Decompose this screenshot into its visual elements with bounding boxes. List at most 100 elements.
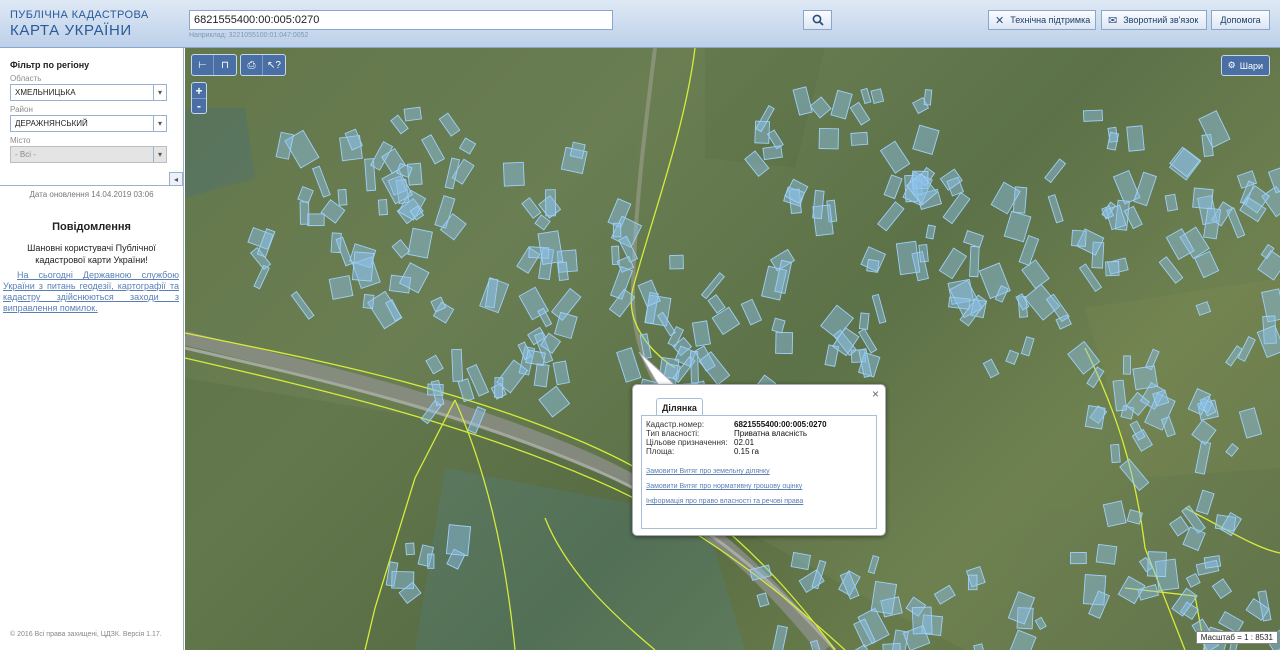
- land-parcel[interactable]: [307, 213, 325, 227]
- land-parcel[interactable]: [427, 553, 435, 569]
- gear-icon: ⚙: [1227, 60, 1236, 70]
- land-parcel[interactable]: [451, 348, 464, 382]
- notice-link[interactable]: На сьогодні Державною службою України з …: [3, 270, 179, 313]
- info-row: Кадастр.номер: 6821555400:00:005:0270: [646, 420, 872, 429]
- land-parcel[interactable]: [337, 188, 348, 206]
- land-parcel[interactable]: [494, 377, 504, 398]
- tab-parcel[interactable]: Ділянка: [656, 398, 703, 416]
- land-parcel[interactable]: [405, 542, 415, 556]
- land-parcel[interactable]: [762, 145, 783, 161]
- info-value: 6821555400:00:005:0270: [734, 420, 827, 429]
- land-parcel[interactable]: [1122, 355, 1132, 375]
- land-parcel[interactable]: [669, 254, 684, 270]
- misto-select[interactable]: - Всі - ▾: [10, 146, 167, 163]
- area-icon: ⊓: [221, 59, 229, 71]
- feedback-label: Зворотний зв'язок: [1123, 15, 1199, 25]
- search-icon: [812, 14, 824, 26]
- chevron-down-icon: ▾: [153, 85, 166, 100]
- notice-text: Шановні користувачі Публічної кадастрово…: [27, 243, 156, 265]
- order-parcel-extract-link[interactable]: Замовити Витяг про земельну ділянку: [646, 468, 872, 475]
- land-parcel[interactable]: [818, 127, 840, 150]
- land-parcel[interactable]: [557, 261, 569, 282]
- land-parcel[interactable]: [1192, 187, 1214, 210]
- land-parcel[interactable]: [967, 574, 978, 591]
- search-button[interactable]: [803, 10, 832, 30]
- logo[interactable]: ПУБЛІЧНА КАДАСТРОВА КАРТА УКРАЇНИ: [10, 9, 149, 39]
- land-parcel[interactable]: [870, 580, 898, 615]
- land-parcel[interactable]: [427, 383, 444, 396]
- feedback-button[interactable]: ✉ Зворотний зв'язок: [1101, 10, 1207, 30]
- land-parcel[interactable]: [533, 363, 550, 388]
- land-parcel[interactable]: [969, 245, 980, 278]
- map-view[interactable]: ⊢ ⊓ ⎙ ↖? + - ⚙ Шари Масштаб = 1 : 8531: [185, 48, 1280, 650]
- zoom-in-button[interactable]: +: [192, 83, 206, 98]
- land-parcel[interactable]: [545, 189, 556, 217]
- land-parcel[interactable]: [895, 240, 921, 276]
- land-parcel[interactable]: [569, 141, 586, 160]
- search-input[interactable]: [189, 10, 613, 30]
- identify-button[interactable]: ↖?: [263, 55, 285, 75]
- close-icon[interactable]: ×: [872, 387, 879, 401]
- layers-label: Шари: [1239, 60, 1263, 71]
- land-parcel[interactable]: [948, 296, 971, 310]
- land-parcel[interactable]: [1095, 543, 1118, 565]
- land-parcel[interactable]: [1084, 405, 1106, 430]
- land-parcel[interactable]: [403, 106, 422, 122]
- land-parcel[interactable]: [918, 243, 929, 263]
- land-parcel[interactable]: [882, 642, 902, 650]
- land-parcel[interactable]: [1126, 125, 1145, 152]
- header: ПУБЛІЧНА КАДАСТРОВА КАРТА УКРАЇНИ Наприк…: [0, 0, 1280, 48]
- ruler-icon: ⊢: [198, 59, 207, 71]
- land-parcel[interactable]: [866, 258, 880, 273]
- zoom-out-button[interactable]: -: [192, 98, 206, 113]
- notice-title: Повідомлення: [52, 221, 131, 233]
- rayon-select[interactable]: ДЕРАЖНЯНСЬКИЙ ▾: [10, 115, 167, 132]
- land-parcel[interactable]: [362, 293, 375, 310]
- land-parcel[interactable]: [1164, 193, 1179, 212]
- land-parcel[interactable]: [923, 89, 933, 106]
- order-valuation-extract-link[interactable]: Замовити Витяг про нормативну грошову оц…: [646, 483, 872, 490]
- land-parcel[interactable]: [351, 251, 375, 282]
- land-parcel[interactable]: [525, 349, 546, 367]
- measure-tools: ⊢ ⊓: [191, 54, 237, 76]
- oblast-label: Область: [10, 74, 42, 83]
- rayon-label: Район: [10, 105, 33, 114]
- land-parcel[interactable]: [1082, 109, 1104, 122]
- logo-line2: КАРТА УКРАЇНИ: [10, 22, 132, 39]
- collapse-sidebar-button[interactable]: ◂: [169, 172, 183, 186]
- land-parcel[interactable]: [1203, 555, 1222, 569]
- oblast-select[interactable]: ХМЕЛЬНИЦЬКА ▾: [10, 84, 167, 101]
- land-parcel[interactable]: [690, 351, 699, 384]
- layers-button[interactable]: ⚙ Шари: [1220, 55, 1270, 76]
- info-key: Тип власності:: [646, 429, 700, 438]
- land-parcel[interactable]: [1132, 365, 1159, 391]
- ownership-info-link[interactable]: Інформація про право власності та речові…: [646, 498, 872, 505]
- measure-length-button[interactable]: ⊢: [192, 55, 214, 75]
- land-parcel[interactable]: [377, 199, 388, 216]
- land-parcel[interactable]: [1110, 443, 1121, 464]
- printer-icon: ⎙: [247, 59, 256, 71]
- measure-area-button[interactable]: ⊓: [214, 55, 236, 75]
- map-toolbar: ⊢ ⊓ ⎙ ↖?: [191, 54, 286, 76]
- map-canvas[interactable]: [185, 48, 1280, 650]
- land-parcel[interactable]: [858, 312, 870, 330]
- land-parcel[interactable]: [1071, 229, 1087, 247]
- land-parcel[interactable]: [1070, 552, 1087, 565]
- land-parcel[interactable]: [445, 524, 472, 557]
- info-row: Площа: 0.15 га: [646, 447, 872, 456]
- land-parcel[interactable]: [502, 161, 525, 187]
- land-parcel[interactable]: [691, 320, 711, 347]
- help-button[interactable]: Допомога: [1211, 10, 1270, 30]
- support-button[interactable]: ✕ Технічна підтримка: [988, 10, 1096, 30]
- land-parcel[interactable]: [299, 201, 310, 225]
- land-parcel[interactable]: [790, 551, 811, 571]
- land-parcel[interactable]: [328, 275, 354, 300]
- land-parcel[interactable]: [1105, 261, 1120, 277]
- logo-line1: ПУБЛІЧНА КАДАСТРОВА: [10, 9, 149, 21]
- land-parcel[interactable]: [775, 331, 794, 355]
- land-parcel[interactable]: [612, 222, 622, 238]
- parcel-popup: × Ділянка Кадастр.номер: 6821555400:00:0…: [632, 384, 886, 536]
- print-button[interactable]: ⎙: [241, 55, 263, 75]
- land-parcel[interactable]: [850, 131, 869, 146]
- info-value: 0.15 га: [734, 447, 759, 456]
